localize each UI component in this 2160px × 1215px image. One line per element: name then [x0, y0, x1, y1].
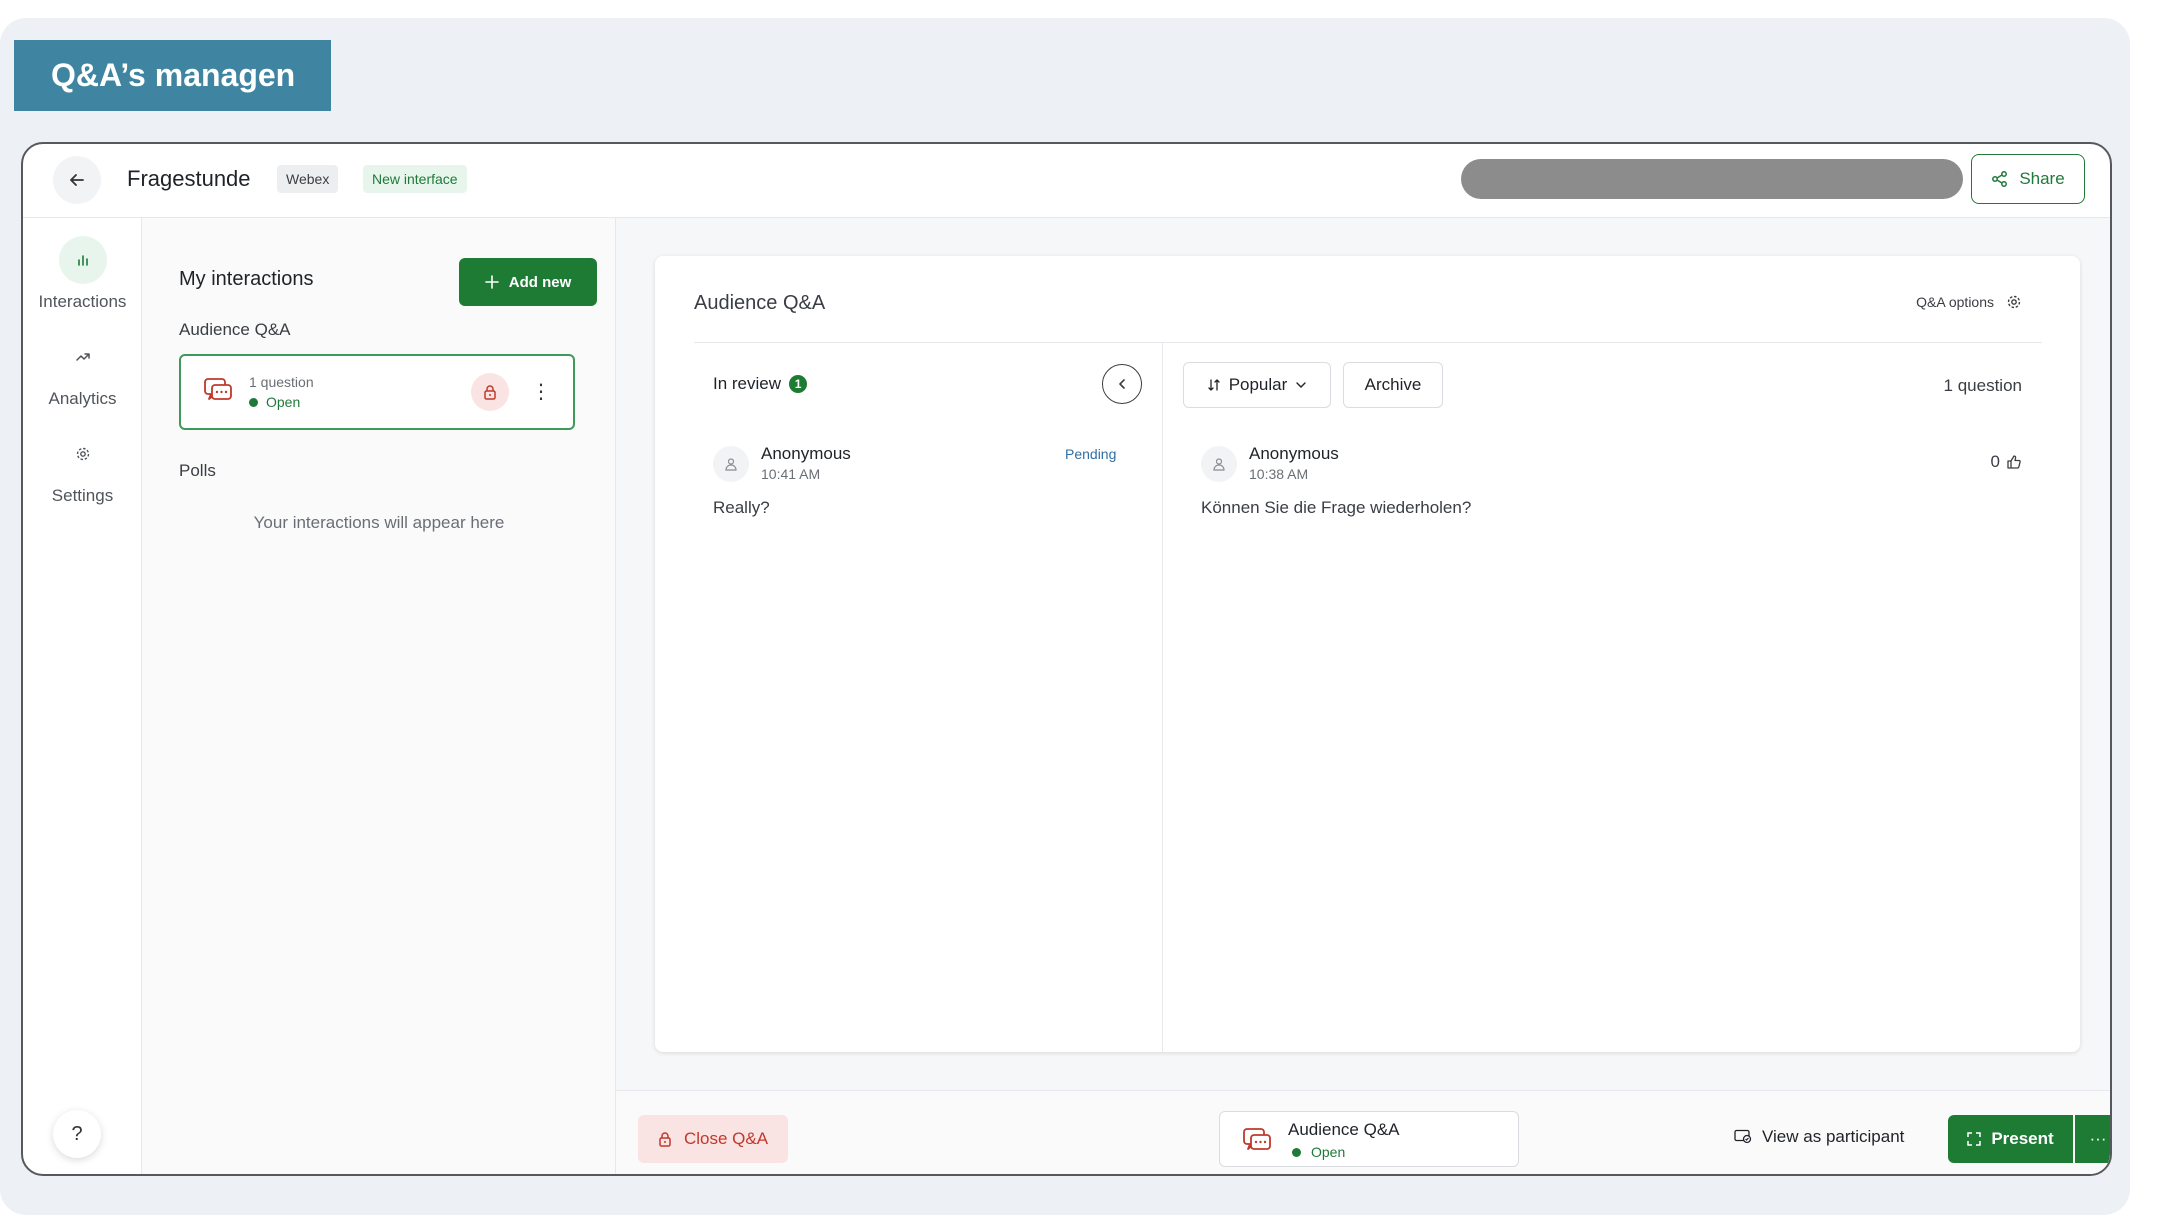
header-divider: [694, 342, 2042, 343]
board-title: Audience Q&A: [694, 292, 826, 314]
user-icon: [1213, 458, 1225, 471]
chat-bubbles-icon: [204, 378, 232, 400]
rail-label-settings: Settings: [51, 486, 114, 505]
back-button[interactable]: [53, 156, 101, 204]
left-rail: Interactions Analytics Settings ?: [23, 218, 142, 1174]
qa-options-button[interactable]: Q&A options: [1916, 294, 2022, 310]
user-icon: [725, 458, 737, 471]
qa-interaction-card[interactable]: 1 question Open ⋮: [179, 354, 575, 430]
sort-icon: [1208, 379, 1220, 391]
qa-card-count: 1 question: [249, 374, 314, 390]
thumbs-up-icon: [2007, 455, 2021, 469]
chip-status: Open: [1292, 1144, 1345, 1160]
avatar: [1201, 446, 1237, 482]
interactions-panel: My interactions Add new Audience Q&A 1 q…: [142, 218, 616, 1174]
in-review-label: In review: [713, 374, 782, 393]
review-question-author: Anonymous: [761, 444, 851, 463]
review-question-time: 10:41 AM: [761, 466, 821, 482]
qa-card-status-label: Open: [266, 394, 301, 410]
main-area: Audience Q&A Q&A options In review 1 Ano…: [616, 218, 2110, 1174]
sort-label: Popular: [1228, 375, 1288, 394]
page-title: Fragestunde: [127, 166, 251, 191]
chip-status-label: Open: [1311, 1144, 1346, 1160]
present-button[interactable]: Present: [1948, 1115, 2073, 1163]
rail-item-analytics[interactable]: Analytics: [23, 333, 142, 409]
help-button[interactable]: ?: [53, 1110, 101, 1158]
chevron-left-icon: [1119, 379, 1125, 389]
rail-item-interactions[interactable]: Interactions: [23, 236, 142, 312]
close-qa-label: Close Q&A: [683, 1129, 769, 1148]
chevron-down-icon: [1296, 382, 1306, 388]
arrow-left-icon: [70, 174, 84, 186]
status-badge: Pending: [1065, 446, 1117, 462]
trend-icon: [59, 333, 107, 381]
sort-dropdown[interactable]: Popular: [1183, 362, 1331, 408]
upvote-button[interactable]: 0: [1991, 452, 2022, 472]
qa-board: Audience Q&A Q&A options In review 1 Ano…: [655, 256, 2080, 1052]
share-label: Share: [2019, 169, 2065, 188]
rail-label-analytics: Analytics: [48, 389, 117, 408]
share-button[interactable]: Share: [1971, 154, 2085, 204]
redacted-bar: [1461, 159, 1963, 199]
status-dot: [249, 397, 258, 407]
archive-button[interactable]: Archive: [1343, 362, 1443, 408]
section-label-audience-qa: Audience Q&A: [179, 320, 291, 339]
present-more-button[interactable]: ···: [2075, 1115, 2110, 1163]
panel-title: My interactions: [179, 268, 314, 290]
header: Fragestunde Webex New interface Share: [23, 144, 2110, 218]
live-question-text[interactable]: Können Sie die Frage wiederholen?: [1201, 498, 1471, 518]
live-question-author: Anonymous: [1249, 444, 1339, 463]
rail-label-interactions: Interactions: [38, 292, 127, 311]
fullscreen-icon: [1967, 1132, 1982, 1146]
active-interaction-chip[interactable]: Audience Q&A Open: [1219, 1111, 1519, 1167]
gear-icon: [59, 430, 107, 478]
column-divider: [1162, 343, 1163, 1052]
platform-badge: Webex: [277, 165, 339, 193]
review-question-text[interactable]: Really?: [713, 498, 770, 518]
app-window: Fragestunde Webex New interface Share In…: [21, 142, 2112, 1176]
more-options-icon[interactable]: ⋮: [531, 382, 551, 402]
status-dot: [1292, 1147, 1301, 1157]
view-as-participant-label: View as participant: [1762, 1127, 1905, 1146]
section-label-polls: Polls: [179, 461, 216, 480]
bottom-bar: Close Q&A Audience Q&A Open View as part…: [616, 1090, 2110, 1174]
chat-bubbles-icon: [1243, 1128, 1271, 1150]
add-new-button[interactable]: Add new: [459, 258, 597, 306]
question-count: 1 question: [1943, 376, 2022, 395]
view-as-participant-button[interactable]: View as participant: [1734, 1127, 1904, 1147]
banner-title: Q&A’s managen: [14, 40, 331, 111]
empty-state-text: Your interactions will appear here: [253, 513, 505, 532]
gear-icon: [2007, 295, 2021, 309]
in-review-count: 1: [789, 375, 808, 393]
bar-chart-icon: [58, 236, 107, 284]
close-qa-button[interactable]: Close Q&A: [638, 1115, 788, 1163]
present-label: Present: [1991, 1129, 2054, 1148]
avatar: [713, 446, 749, 482]
participant-view-icon: [1734, 1129, 1752, 1144]
lock-icon: [659, 1132, 671, 1147]
live-question-time: 10:38 AM: [1249, 466, 1309, 482]
qa-options-label: Q&A options: [1916, 294, 1994, 310]
rail-item-settings[interactable]: Settings: [23, 430, 142, 506]
lock-icon: [484, 385, 496, 400]
add-new-label: Add new: [508, 273, 572, 291]
chip-title: Audience Q&A: [1288, 1120, 1400, 1139]
new-interface-badge[interactable]: New interface: [363, 165, 467, 193]
qa-card-status: Open: [249, 394, 300, 410]
lock-button[interactable]: [471, 373, 509, 411]
plus-icon: [484, 275, 499, 289]
in-review-header: In review 1: [713, 374, 808, 394]
collapse-review-button[interactable]: [1102, 364, 1142, 404]
vote-count: 0: [1990, 452, 2000, 471]
share-icon: [1992, 171, 2008, 187]
